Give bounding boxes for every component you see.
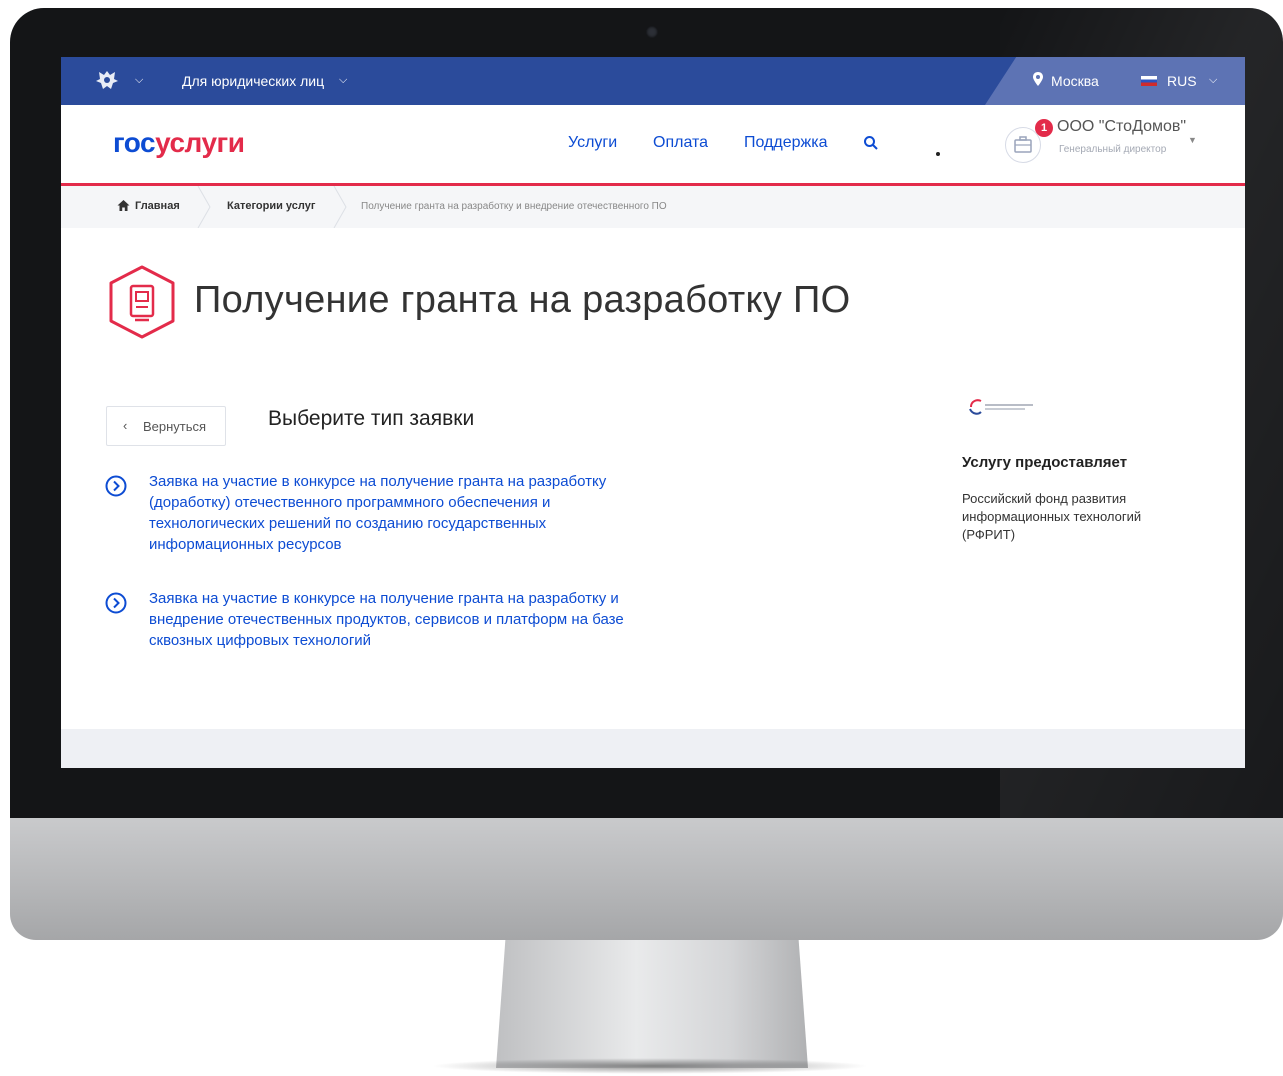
top-bar: ⌵ Для юридических лиц ⌵ Москва RUS ⌵ [61, 57, 1245, 105]
provider-title: Услугу предоставляет [962, 454, 1128, 471]
location-pin-icon [1033, 72, 1043, 86]
logo-part-gos: гос [113, 127, 156, 158]
section-title: Выберите тип заявки [268, 407, 475, 430]
breadcrumb-separator [197, 186, 211, 228]
chevron-down-icon[interactable]: ⌵ [135, 74, 143, 87]
chevron-down-icon[interactable]: ⌵ [1209, 74, 1217, 87]
monitor-chin [10, 818, 1283, 940]
organization-role: Генеральный директор [1059, 144, 1167, 155]
russian-flag-icon [1141, 76, 1157, 86]
language-selector[interactable]: RUS [1167, 73, 1197, 89]
breadcrumb-separator [333, 186, 347, 228]
cursor-dot [936, 152, 940, 156]
application-option-text[interactable]: Заявка на участие в конкурсе на получени… [149, 471, 669, 555]
breadcrumb-categories[interactable]: Категории услуг [227, 200, 315, 212]
notification-badge[interactable]: 1 [1035, 119, 1053, 137]
legal-entities-menu[interactable]: Для юридических лиц [182, 73, 324, 89]
footer-band [61, 729, 1245, 768]
caret-down-icon[interactable]: ▼ [1188, 135, 1197, 145]
back-button[interactable]: ‹ Вернуться [106, 406, 226, 446]
arrow-circle-right-icon[interactable] [105, 475, 127, 497]
stand-shadow [430, 1058, 870, 1074]
home-icon [117, 200, 130, 211]
provider-name: Российский фонд развития информационных … [962, 491, 1142, 542]
breadcrumb-current: Получение гранта на разработку и внедрен… [361, 201, 667, 212]
search-icon[interactable] [863, 135, 879, 151]
application-option-text[interactable]: Заявка на участие в конкурсе на получени… [149, 588, 669, 651]
coat-of-arms-icon[interactable] [95, 69, 119, 91]
top-bar-region-panel [985, 57, 1245, 105]
service-document-icon [109, 265, 175, 339]
breadcrumb-home[interactable]: Главная [135, 200, 180, 212]
camera-icon [646, 26, 658, 38]
screen: ⌵ Для юридических лиц ⌵ Москва RUS ⌵ гос… [61, 57, 1245, 768]
briefcase-icon [1014, 136, 1032, 153]
back-button-label: Вернуться [143, 419, 207, 434]
monitor-stand [496, 940, 808, 1068]
arrow-circle-right-icon[interactable] [105, 592, 127, 614]
gosuslugi-logo[interactable]: госуслуги [113, 127, 245, 159]
breadcrumb: Главная Категории услуг Получение гранта… [61, 186, 1245, 228]
nav-support[interactable]: Поддержка [744, 134, 827, 152]
chevron-left-icon: ‹ [123, 418, 128, 433]
chevron-down-icon[interactable]: ⌵ [339, 74, 347, 87]
city-selector[interactable]: Москва [1051, 73, 1099, 89]
main-header: госуслуги Услуги Оплата Поддержка 1 ООО … [61, 105, 1245, 186]
nav-payment[interactable]: Оплата [653, 134, 708, 152]
nav-services[interactable]: Услуги [568, 134, 617, 152]
page-title: Получение гранта на разработку ПО [194, 279, 851, 321]
logo-part-uslugi: услуги [155, 127, 245, 158]
organization-name[interactable]: ООО "СтоДомов" [1057, 118, 1186, 136]
rfrit-logo [969, 399, 1033, 415]
